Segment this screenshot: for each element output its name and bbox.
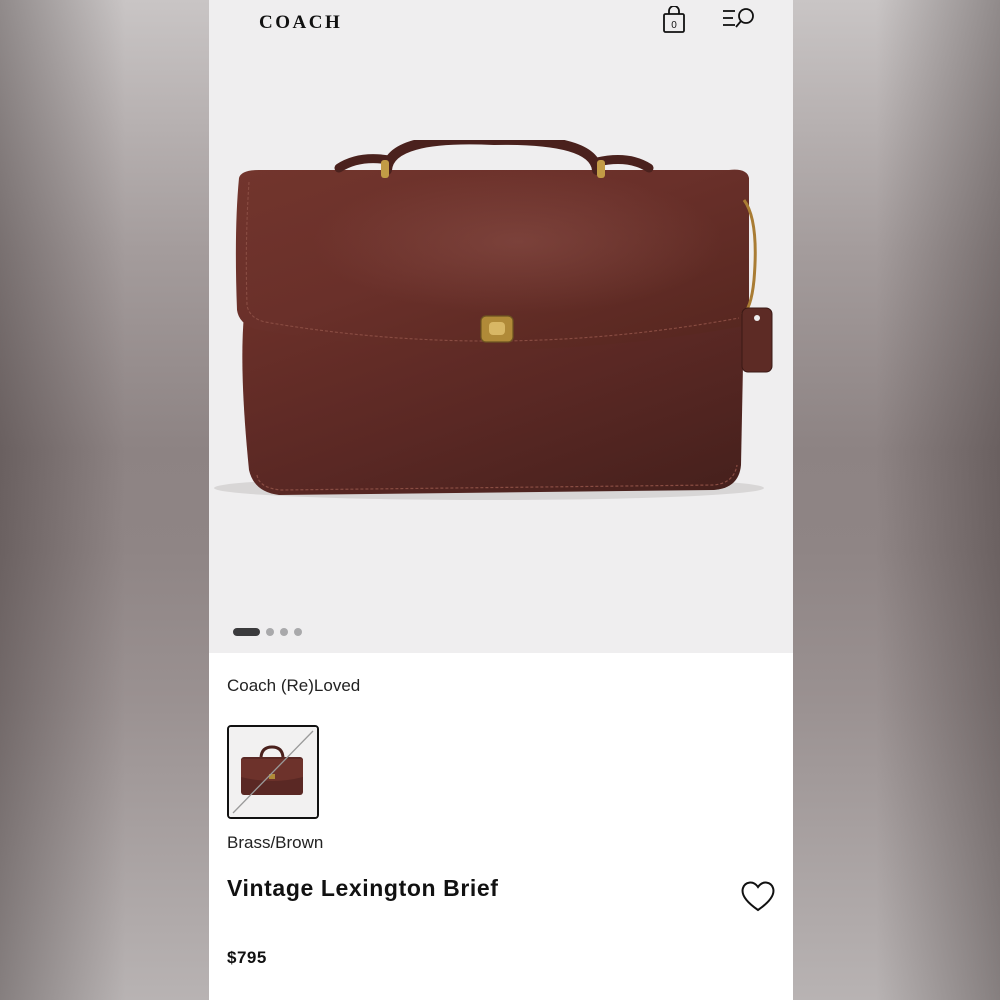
color-swatch-brass-brown[interactable] xyxy=(227,725,319,819)
bag-count: 0 xyxy=(671,20,677,31)
swatch-thumbnail xyxy=(229,727,317,817)
coach-logo[interactable]: COACH xyxy=(259,12,342,34)
wishlist-button[interactable] xyxy=(739,878,777,914)
selected-color-name: Brass/Brown xyxy=(227,833,324,852)
collection-label: Coach (Re)Loved xyxy=(227,676,361,695)
carousel-dot-3[interactable] xyxy=(280,628,288,636)
carousel-dot-2[interactable] xyxy=(266,628,274,636)
shopping-bag-button[interactable]: 0 xyxy=(661,5,687,34)
heart-icon xyxy=(741,881,775,912)
shopping-bag-icon: 0 xyxy=(663,5,685,33)
product-image[interactable] xyxy=(209,140,793,520)
background-blur-right xyxy=(793,0,1000,1000)
product-price: $795 xyxy=(227,948,267,967)
product-hero: COACH 0 xyxy=(209,0,793,653)
carousel-indicator[interactable] xyxy=(233,628,302,636)
carousel-dot-1[interactable] xyxy=(233,628,260,636)
menu-search-icon xyxy=(723,8,754,28)
product-title: Vintage Lexington Brief xyxy=(227,875,499,901)
carousel-dot-4[interactable] xyxy=(294,628,302,636)
menu-search-button[interactable] xyxy=(721,6,757,32)
background-blur-left xyxy=(0,0,209,1000)
product-page: COACH 0 Coach (Re)Loved Brass/Brown Vint… xyxy=(209,0,793,1000)
